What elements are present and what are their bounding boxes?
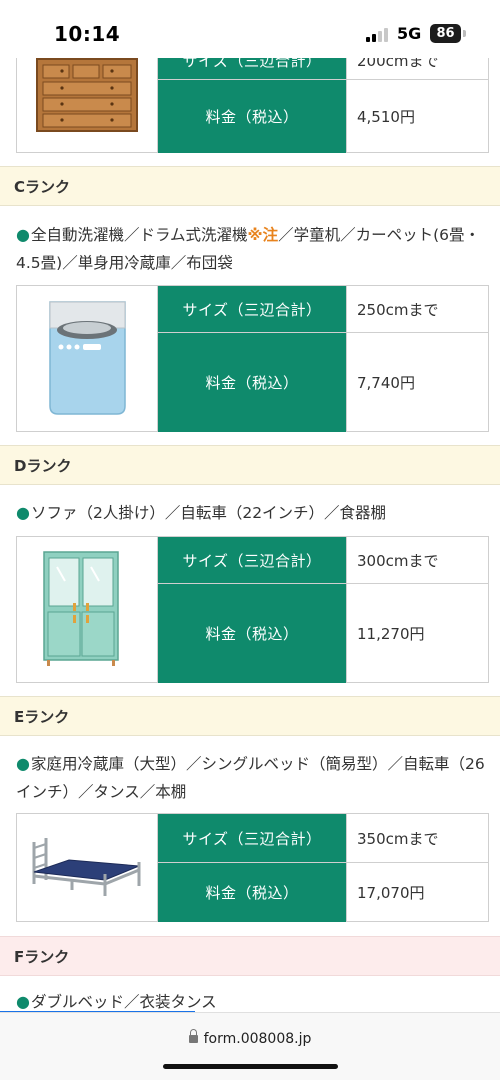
size-label: サイズ（三辺合計） [158,814,346,862]
rank-items-d: ●ソファ（2人掛け）／自転車（22インチ）／食器棚 [16,499,486,527]
price-value: 11,270円 [346,584,488,683]
bullet-dot-icon: ● [16,992,30,1011]
note-link[interactable]: ※注 [248,226,279,244]
washing-machine-icon [49,301,126,415]
price-value: 4,510円 [346,80,488,153]
rank-items-c: ●全自動洗濯機／ドラム式洗濯機※注／学童机／カーペット(6畳・4.5畳)／単身用… [16,221,486,277]
items-text: 全自動洗濯機／ドラム式洗濯機 [30,226,248,244]
rank-header-e: Eランク [0,696,500,736]
price-value: 17,070円 [346,863,488,922]
item-image-c [17,286,158,431]
address-bar[interactable]: form.008008.jp [0,1012,500,1080]
signal-icon [366,26,390,42]
price-label: 料金（税込） [158,584,346,683]
size-value: 300cmまで [346,537,488,583]
bed-icon [32,838,141,896]
rank-header-f: Fランク [0,936,500,976]
battery-tip [463,30,466,37]
status-time: 10:14 [54,22,121,46]
size-label: サイズ（三辺合計） [158,286,346,332]
bullet-dot-icon: ● [16,503,30,522]
rank-header-c: Cランク [0,166,500,206]
size-value: 350cmまで [346,814,488,862]
items-text: 家庭用冷蔵庫（大型）／シングルベッド（簡易型）／自転車（26インチ）／タンス／本… [16,755,485,801]
bullet-dot-icon: ● [16,754,30,773]
price-label: 料金（税込） [158,333,346,432]
item-image-e [17,814,158,921]
network-label: 5G [397,24,422,43]
price-label: 料金（税込） [158,863,346,922]
price-table-d: サイズ（三辺合計） 300cmまで 料金（税込） 11,270円 [16,536,489,683]
home-indicator [163,1064,338,1069]
items-text: ソファ（2人掛け）／自転車（22インチ）／食器棚 [30,504,387,522]
url-display[interactable]: form.008008.jp [0,1029,500,1047]
size-value: 250cmまで [346,286,488,332]
battery-icon: 86 [430,24,461,43]
items-text: ダブルベッド／衣装タンス [30,993,217,1011]
rank-items-e: ●家庭用冷蔵庫（大型）／シングルベッド（簡易型）／自転車（26インチ）／タンス／… [16,750,486,806]
item-image-d [17,537,158,682]
price-table-e: サイズ（三辺合計） 350cmまで 料金（税込） 17,070円 [16,813,489,922]
rank-header-d: Dランク [0,445,500,485]
status-bar: 10:14 5G 86 [0,0,500,58]
lock-icon [188,1029,198,1043]
bullet-dot-icon: ● [16,225,30,244]
size-label: サイズ（三辺合計） [158,537,346,583]
url-text: form.008008.jp [203,1031,312,1047]
price-value: 7,740円 [346,333,488,432]
cupboard-icon [43,551,119,666]
price-table-c: サイズ（三辺合計） 250cmまで 料金（税込） 7,740円 [16,285,489,432]
price-label: 料金（税込） [158,80,346,153]
